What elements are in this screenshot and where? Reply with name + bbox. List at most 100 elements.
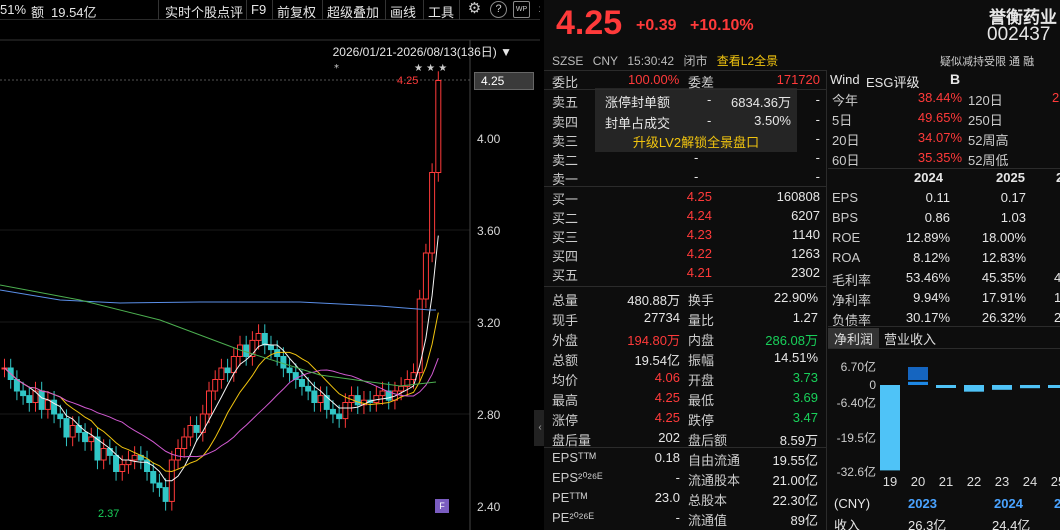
turnover-partial: 51%	[0, 2, 27, 17]
perf-label: 5日	[832, 113, 853, 128]
stat-label: 量比	[688, 313, 715, 328]
perf-label: 250日	[968, 113, 1003, 128]
bar-x-label: 23	[995, 474, 1009, 489]
fin-value: 1	[1054, 290, 1060, 305]
candle-body	[410, 372, 417, 381]
stat-value: 3.47	[792, 410, 818, 425]
l2-link[interactable]: 查看L2全景	[717, 54, 778, 68]
expand-icon[interactable]: »	[534, 1, 540, 18]
revenue-label: 收入	[834, 518, 861, 530]
weibi-value: 100.00%	[628, 72, 680, 87]
stat-value: 286.08万	[765, 333, 818, 348]
stat-value: 202	[658, 430, 680, 445]
stat-value: 4.25	[654, 410, 680, 425]
stat-label: EPSᵀᵀᴹ	[552, 450, 596, 465]
bar-x-label: 20	[911, 474, 925, 489]
candle-body	[57, 413, 64, 420]
perf-label: 20日	[832, 133, 860, 148]
currency: CNY	[592, 54, 619, 68]
tab-net-profit[interactable]: 净利润	[828, 328, 880, 349]
bar-x-label: 22	[967, 474, 981, 489]
filter-icon[interactable]: ▼	[500, 45, 512, 59]
candle-body	[416, 298, 423, 374]
stat-value: 4.06	[654, 370, 680, 385]
amount-label: 额	[31, 5, 45, 20]
candle-body	[131, 454, 138, 461]
stat-label: 内盘	[688, 333, 715, 348]
price-change: +0.39	[636, 17, 677, 34]
fin-value: 0.11	[925, 190, 950, 205]
gear-icon[interactable]: ⚙	[466, 1, 483, 18]
kline-panel[interactable]: 4.25 2.37 ★ ★ ★ * 51% 额 19.54亿 实时个股点评 F9 前复…	[0, 0, 540, 530]
toolbar-tools[interactable]: 工具	[428, 2, 454, 21]
candle-body	[181, 436, 188, 449]
candle-body	[88, 436, 95, 443]
toolbar-draw[interactable]: 画线	[390, 2, 416, 21]
candle-body	[342, 402, 349, 420]
fin-value: 0.17	[1000, 190, 1026, 205]
market-status: 闭市	[683, 54, 708, 68]
candle-body	[280, 356, 287, 369]
bid-price: 4.24	[686, 208, 712, 223]
stat-value: 4.25	[654, 390, 680, 405]
event-star[interactable]: *	[334, 63, 339, 74]
ask-label: 卖四	[552, 115, 579, 130]
profit-bar	[908, 381, 928, 385]
fin-label: 净利率	[832, 293, 872, 308]
ask-volume: -	[815, 131, 820, 146]
stat-value: 1.27	[792, 310, 818, 325]
candle-body	[305, 385, 312, 392]
stat-label: EPS²⁰²⁶ᴱ	[552, 470, 603, 485]
last-price: 4.25	[556, 4, 623, 42]
stat-label: 涨停	[552, 413, 579, 428]
bar-axis-tick: 0	[869, 378, 876, 392]
kline-chart[interactable]: 4.25 2.37 ★ ★ ★ *	[0, 0, 540, 530]
bar-axis-tick: -32.6亿	[837, 464, 876, 479]
profit-bar-forecast	[908, 367, 928, 380]
ask-price: -	[694, 169, 699, 184]
perf-value: 38.44%	[917, 90, 962, 105]
wp-icon[interactable]: WP	[513, 1, 530, 18]
candle-body	[156, 482, 163, 489]
bid-label: 买五	[552, 268, 579, 283]
candle-body	[113, 454, 120, 472]
year-col: 2025	[996, 170, 1025, 185]
stat-value: 0.18	[654, 450, 680, 465]
candle-body	[286, 367, 293, 374]
event-stars[interactable]: ★ ★ ★	[414, 63, 447, 74]
fin-value: 0.86	[924, 210, 950, 225]
ask-volume: -	[815, 92, 820, 107]
stat-value: 22.90%	[773, 290, 818, 305]
stat-value: 194.80万	[627, 333, 680, 348]
candle-body	[199, 413, 206, 433]
toolbar-forward-adjust[interactable]: 前复权	[277, 2, 316, 21]
fin-value: 12.89%	[905, 230, 950, 245]
candle-body	[212, 379, 219, 392]
high-price-label: 4.25	[397, 75, 418, 87]
year-col: 2024	[914, 170, 943, 185]
toolbar-f9[interactable]: F9	[251, 2, 266, 17]
date-range[interactable]: 2026/01/21-2026/08/13(136日) ▼	[333, 43, 512, 60]
candle-body	[162, 487, 169, 502]
tab-revenue[interactable]: 营业收入	[884, 329, 936, 348]
ask-volume: -	[815, 169, 820, 184]
unit-label: (CNY)	[834, 496, 871, 511]
toolbar-overlay[interactable]: 超级叠加	[327, 2, 379, 21]
bid-volume: 1263	[791, 246, 820, 261]
financial-flag[interactable]: F	[435, 499, 449, 513]
stat-value: 3.73	[792, 370, 818, 385]
perf-value: 2	[1052, 90, 1060, 105]
stat-label: 总股本	[688, 493, 728, 508]
ask-label: 卖五	[552, 95, 579, 110]
stat-value: 89亿	[790, 513, 818, 528]
bid-volume: 1140	[792, 227, 820, 242]
stat-label: 流通值	[688, 513, 728, 528]
candle-body	[69, 425, 76, 438]
toolbar-stock-review[interactable]: 实时个股点评	[165, 2, 243, 21]
help-icon[interactable]: ?	[490, 1, 507, 18]
candle-body	[379, 390, 386, 397]
fin-label: ROE	[832, 230, 861, 245]
candle-body	[26, 395, 33, 404]
stat-label: 外盘	[552, 333, 579, 348]
bid-price: 4.25	[686, 189, 712, 204]
